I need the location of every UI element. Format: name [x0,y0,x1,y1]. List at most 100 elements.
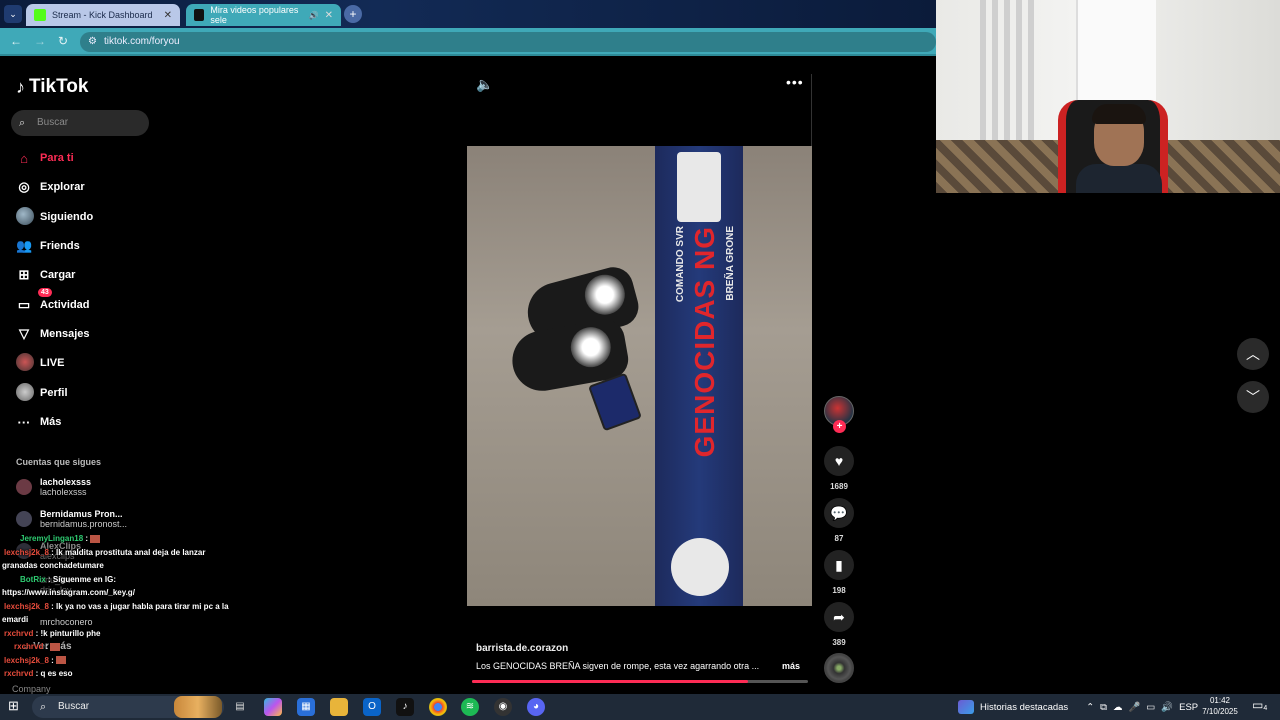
nav-cargar[interactable]: ⊞ Cargar [16,264,76,286]
profile-icon [16,382,34,404]
audio-playing-icon[interactable]: 🔊 [309,11,319,20]
store-icon[interactable]: ▦ [297,698,315,716]
previous-video-button[interactable]: ︿ [1237,338,1269,370]
tab-tiktok[interactable]: Mira videos populares sele 🔊 ✕ [186,4,341,26]
nav-label: Mensajes [40,328,90,340]
chevron-up-icon: ︿ [1246,346,1260,362]
comment-button[interactable]: 💬 87 [824,498,854,543]
chrome-icon[interactable] [429,698,447,716]
more-options-icon[interactable]: ••• [786,74,804,90]
video-author[interactable]: barrista.de.corazon [476,643,568,654]
chat-msg: : lk ya no vas a jugar habla para tirar … [51,601,229,611]
chat-msg: emardi [2,615,29,624]
tab-search-menu-icon[interactable]: ⌄ [4,5,22,23]
caption-more-link[interactable]: más [782,661,800,671]
nav-label: Cargar [40,269,76,281]
compass-icon: ◎ [18,179,30,194]
clock-date: 7/10/2025 [1202,707,1238,716]
nav-friends[interactable]: 👥 Friends [16,235,80,257]
network-icon[interactable]: ▭ [1146,702,1155,713]
close-tab-icon[interactable]: ✕ [325,10,333,21]
account-handle: lacholexsss [40,487,87,497]
music-disc-icon[interactable] [824,653,854,683]
language-indicator[interactable]: ESP [1179,702,1198,713]
spotify-icon[interactable]: ≋ [461,698,479,716]
nav-perfil[interactable]: Perfil [16,382,68,404]
nav-live[interactable]: LIVE [16,352,64,374]
avatar [16,511,32,527]
following-account[interactable]: lacholexsss lacholexsss [16,477,91,497]
kick-favicon-icon [34,9,46,21]
file-explorer-icon[interactable] [330,698,348,716]
chat-user: lexchsj2k_8 [4,547,49,557]
chat-line: JeremyLingan18 : [0,532,240,546]
next-video-button[interactable]: ﹀ [1237,381,1269,413]
nav-siguiendo[interactable]: Siguiendo [16,206,93,228]
upload-icon: ⊞ [18,267,30,282]
taskbar-search-input[interactable]: ⌕ Buscar [32,696,224,718]
windows-start-icon[interactable]: ⊞ [8,698,19,714]
search-placeholder: Buscar [37,117,69,128]
chat-msg: https://www.instagram.com/_key.g/ [2,588,135,597]
site-info-icon[interactable]: ⚙ [88,32,97,52]
save-button[interactable]: ▮ 198 [824,550,854,595]
video-player[interactable]: COMANDO SVR GENOCIDAS NG BREÑA GRONE [467,146,812,606]
bookmark-icon: ▮ [824,550,854,580]
emote-icon [50,642,61,651]
nav-mensajes[interactable]: ▽ Mensajes [16,323,90,345]
share-button[interactable]: ➦ 389 [824,602,854,647]
tab-kick-dashboard[interactable]: Stream - Kick Dashboard ✕ [26,4,180,26]
search-input[interactable]: ⌕ Buscar [11,110,149,136]
account-name: lacholexsss [40,477,92,487]
widgets-icon[interactable] [958,700,974,714]
live-icon [16,352,34,374]
nav-actividad[interactable]: ▭ 43 Actividad [16,288,90,316]
highlights-label[interactable]: Historias destacadas [980,702,1068,713]
search-highlight-image [174,696,222,718]
nav-label: Friends [40,240,80,252]
like-button[interactable]: ♥ 1689 [824,446,854,491]
taskbar-clock[interactable]: 01:42 7/10/2025 [1200,695,1240,717]
following-account[interactable]: Bernidamus Pron... bernidamus.pronost... [16,509,127,529]
follow-plus-icon[interactable]: + [833,420,846,433]
chevron-up-icon[interactable]: ⌃ [1086,702,1094,713]
obs-icon[interactable]: ◉ [494,698,512,716]
chat-msg: : [51,655,54,665]
volume-icon[interactable]: 🔈 [476,76,493,93]
emote-icon [55,656,66,665]
reload-icon[interactable]: ↻ [58,34,68,48]
chat-line: rxchrvd : !k pinturillo phe [0,627,240,641]
notification-count: 4 [1263,705,1268,712]
discord-icon[interactable]: ◕ [527,698,545,716]
new-tab-button[interactable]: + [344,5,362,23]
url-field[interactable]: ⚙ tiktok.com/foryou [80,32,936,52]
outlook-icon[interactable]: O [363,698,381,716]
forward-icon[interactable]: → [34,34,46,48]
close-tab-icon[interactable]: ✕ [164,10,172,21]
chat-user: rxchrvd [4,628,34,638]
url-text: tiktok.com/foryou [104,36,180,47]
taskbar-search-placeholder: Buscar [58,701,90,712]
nav-explorar[interactable]: ◎ Explorar [16,176,84,198]
tiktok-logo[interactable]: ♪ TikTok [16,76,88,98]
nav-para-ti[interactable]: ⌂ Para ti [16,147,74,169]
tiktok-app-icon[interactable]: ♪ [396,698,414,716]
system-tray: Historias destacadas ⌃ ⧉ ☁ 🎤 ▭ 🔊 ESP [958,694,1198,720]
chat-line: lexchsj2k_8 : lk maldita prostituta anal… [0,546,240,560]
back-icon[interactable]: ← [10,34,22,48]
video-progress-bar[interactable] [472,680,808,683]
chat-user: rxchrvd [4,669,34,678]
device-icon[interactable]: ⧉ [1100,702,1107,713]
search-icon: ⌕ [19,117,26,129]
copilot-icon[interactable] [264,698,282,716]
microphone-icon[interactable]: 🎤 [1128,702,1140,713]
nav-label: Actividad [40,299,90,311]
scarf-crest-bottom [671,538,729,596]
task-view-icon[interactable]: ▤ [231,698,249,716]
notifications-icon[interactable]: ▭4 [1252,698,1267,712]
cloud-icon[interactable]: ☁ [1113,702,1123,713]
nav-mas[interactable]: ··· Más [16,411,62,433]
volume-icon[interactable]: 🔊 [1161,702,1173,713]
account-name: Bernidamus Pron... [40,509,123,519]
chat-msg: : lk maldita prostituta anal deja de lan… [51,547,206,557]
